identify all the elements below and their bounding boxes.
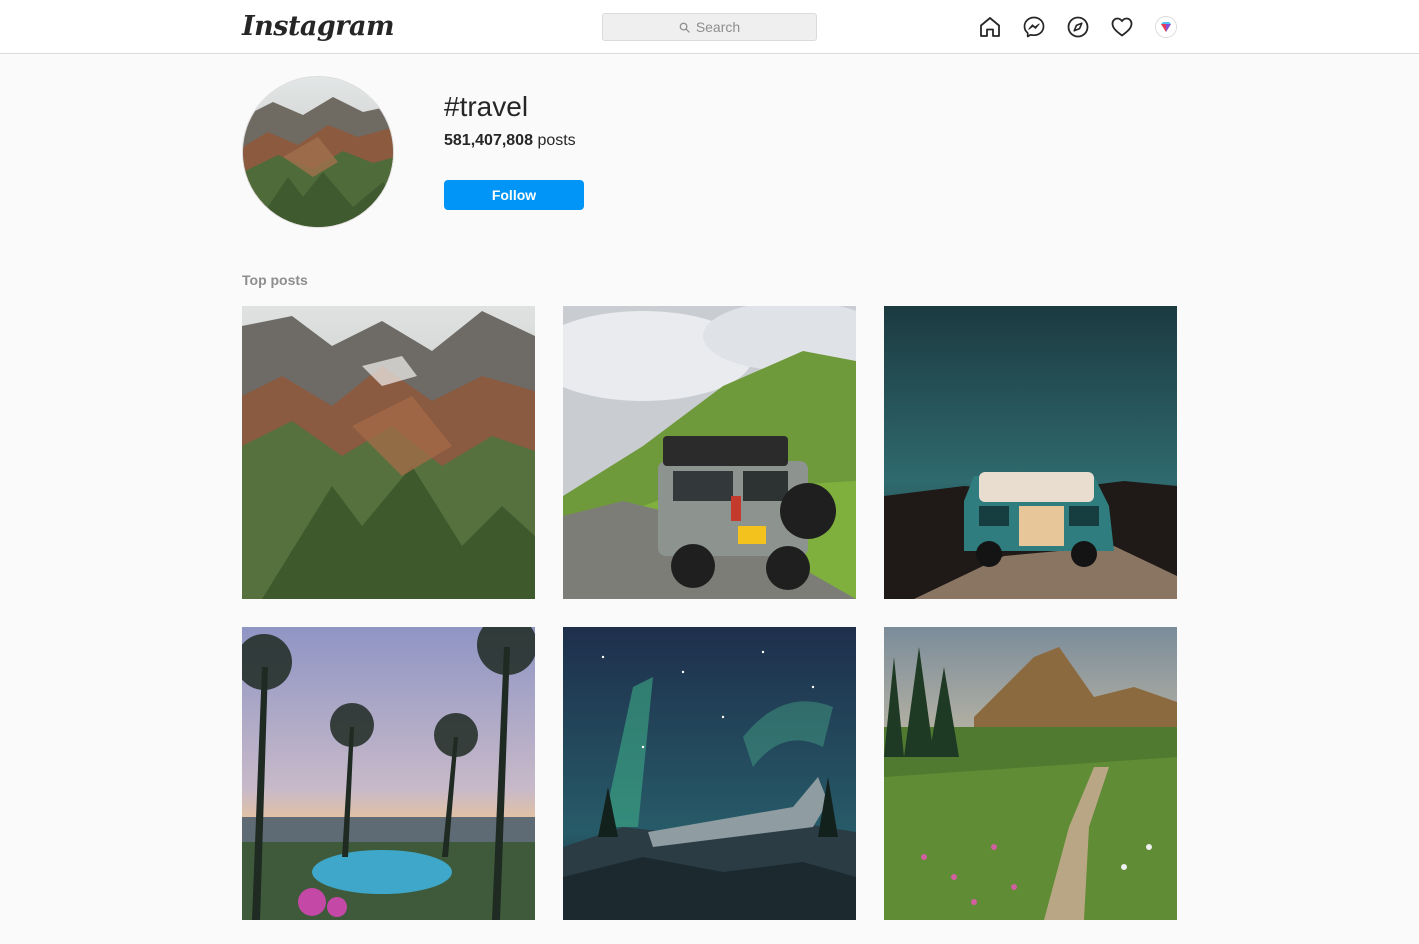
post-tile-4[interactable] [242,627,535,920]
post-image [242,627,535,920]
heart-icon[interactable] [1110,15,1134,39]
post-image [563,627,856,920]
top-posts-heading: Top posts [242,272,308,288]
post-count: 581,407,808 posts [444,131,576,151]
messenger-icon[interactable] [1022,15,1046,39]
search-icon [679,22,690,33]
hashtag-avatar [242,76,394,228]
post-tile-3[interactable] [884,306,1177,599]
post-count-number: 581,407,808 [444,132,533,149]
post-image [563,306,856,599]
hashtag-title: #travel [444,91,529,122]
post-image [884,306,1177,599]
post-tile-5[interactable] [563,627,856,920]
post-count-suffix: posts [537,132,576,149]
post-image [242,306,535,599]
top-navbar: Instagram Search [0,0,1419,54]
explore-icon[interactable] [1066,15,1090,39]
post-tile-2[interactable] [563,306,856,599]
post-tile-6[interactable] [884,627,1177,920]
search-input[interactable]: Search [602,13,817,41]
instagram-logo[interactable]: Instagram [242,12,395,42]
follow-button[interactable]: Follow [444,180,584,210]
profile-avatar[interactable] [1155,16,1177,38]
post-image [884,627,1177,920]
home-icon[interactable] [978,15,1002,39]
post-tile-1[interactable] [242,306,535,599]
search-placeholder: Search [695,19,741,35]
